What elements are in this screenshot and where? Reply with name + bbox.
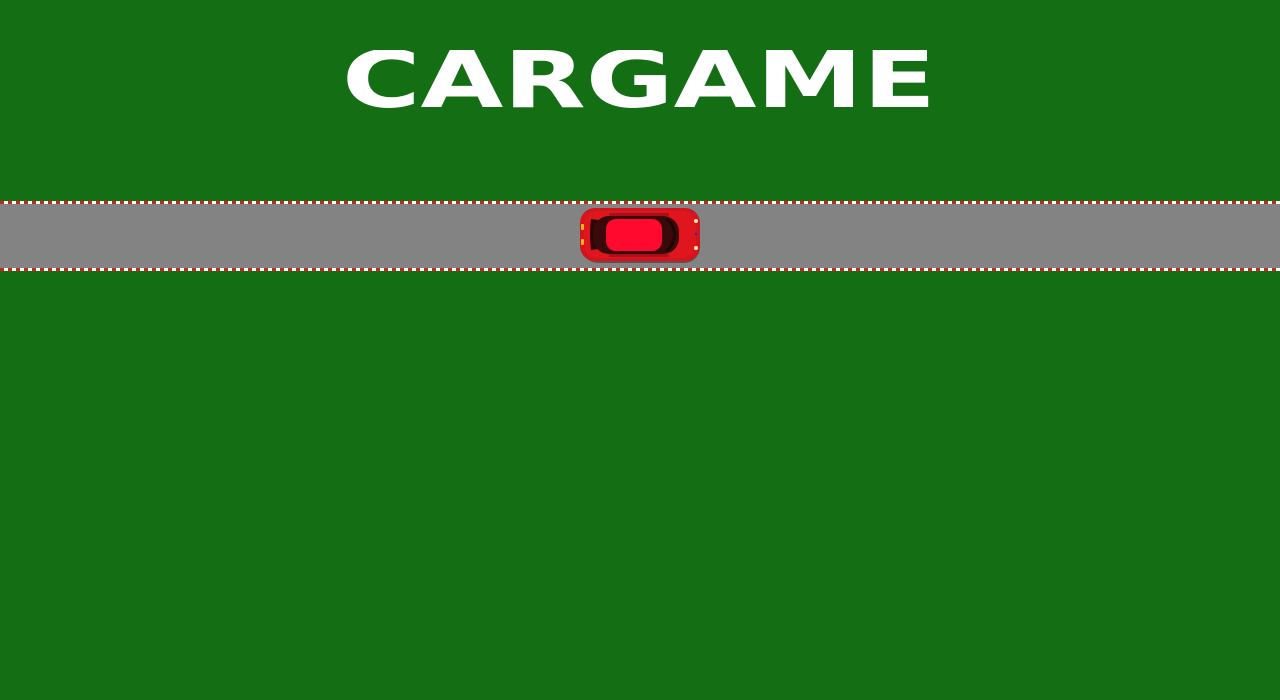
road-curb-top: [0, 201, 1280, 204]
player-car[interactable]: [579, 207, 702, 264]
game-title-text: CARGAME: [342, 50, 936, 110]
game-title-logo: CARGAME: [341, 50, 938, 110]
red-car-topdown-icon: [580, 208, 700, 263]
road-curb-bottom: [0, 268, 1280, 271]
game-stage: CARGAME: [0, 0, 1280, 700]
title-logo-graphic: CARGAME: [342, 50, 936, 110]
